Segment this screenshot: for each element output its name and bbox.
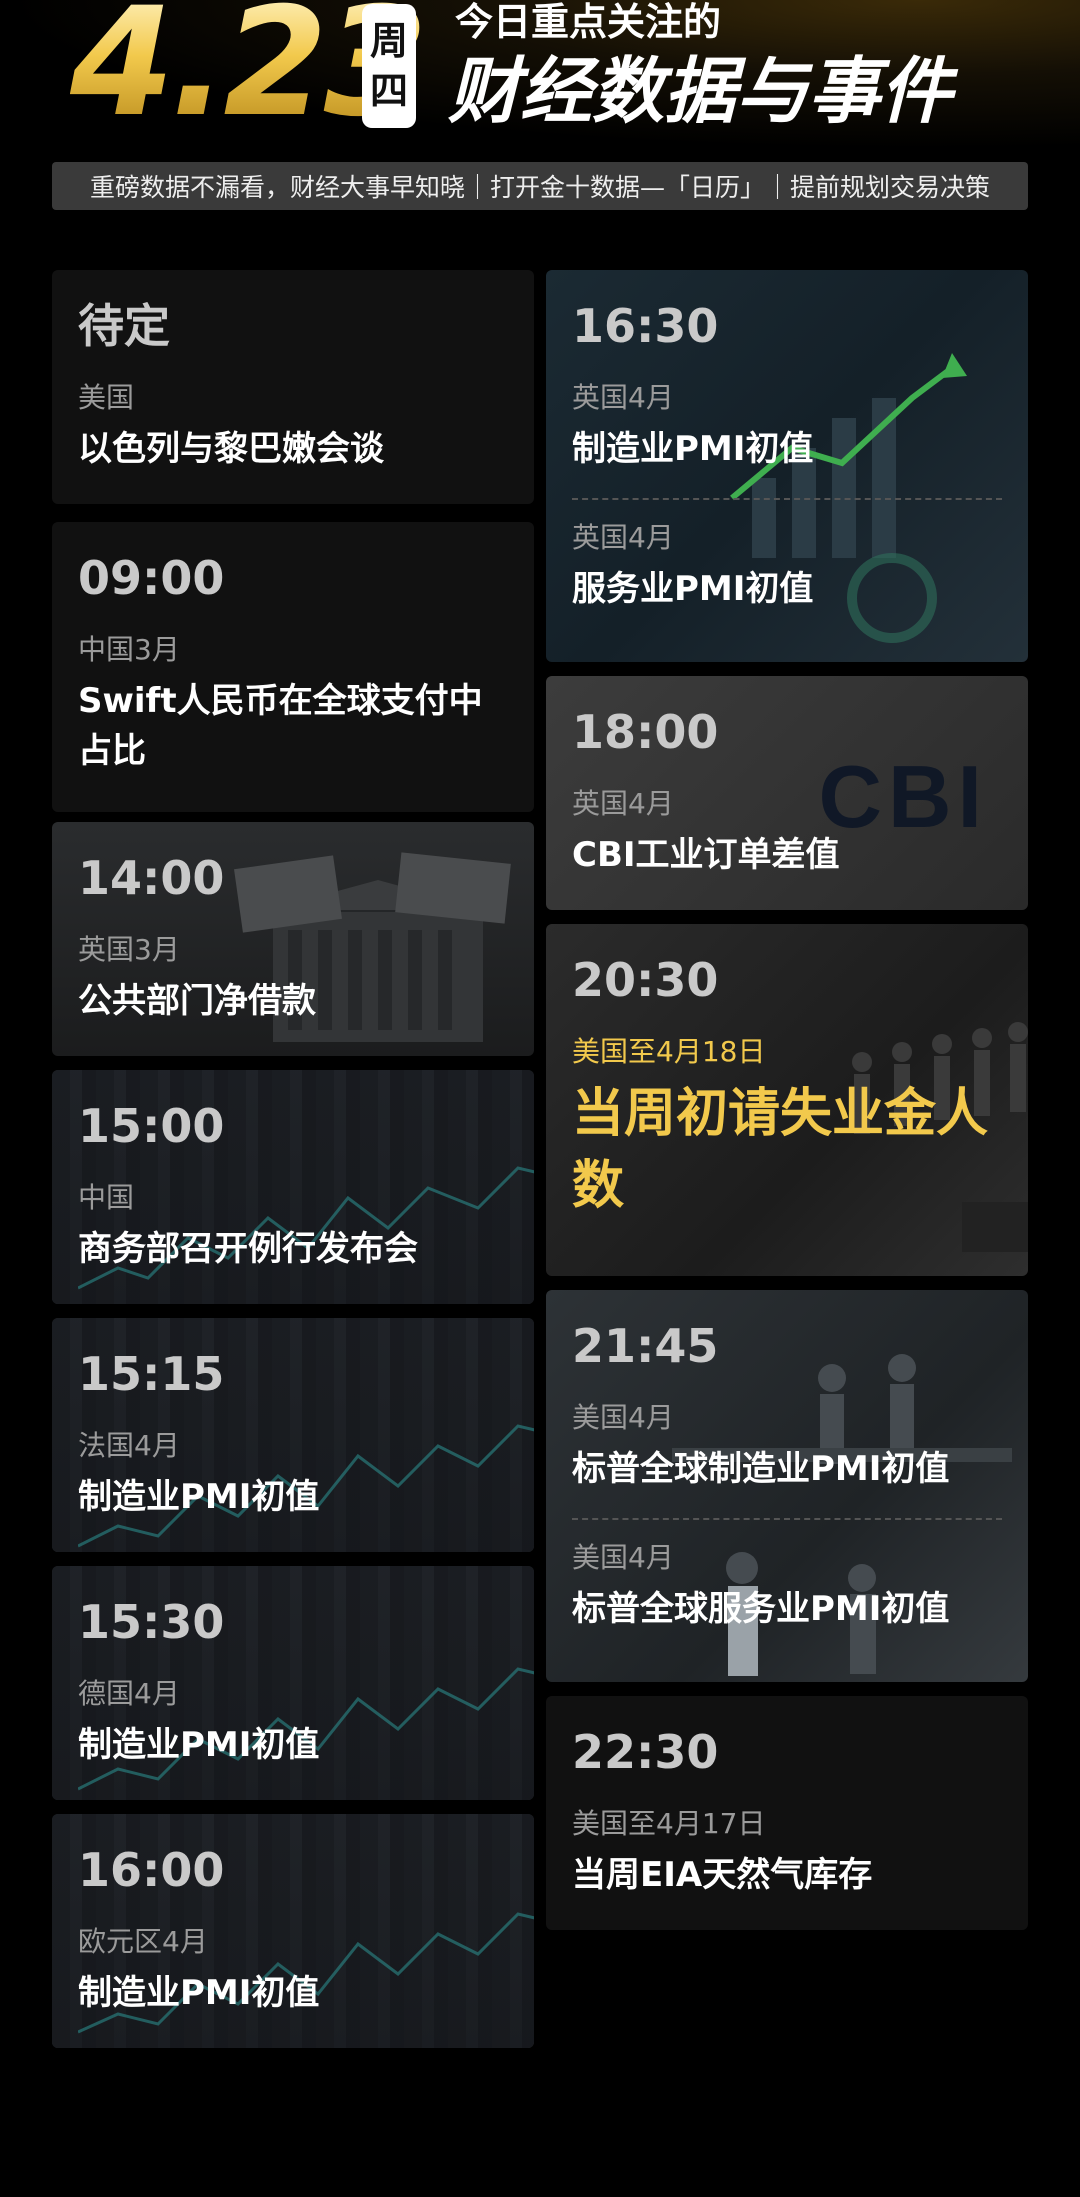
event-title: 制造业PMI初值	[78, 1973, 320, 2013]
event-card[interactable]: 16:30 英国4月 制造业PMI初值 英国4月 服务业PMI初值	[546, 270, 1028, 662]
event-title: Swift人民币在全球支付中占比	[78, 681, 483, 771]
subtitle-bar: 重磅数据不漏看，财经大事早知晓｜打开金十数据—「日历」｜提前规划交易决策	[52, 162, 1028, 210]
event-time: 18:00	[572, 705, 719, 759]
event-card[interactable]: 待定 美国 以色列与黎巴嫩会谈	[52, 270, 534, 504]
weekday-top: 周	[369, 19, 408, 63]
header-banner: 4.23 周 四 今日重点关注的 财经数据与事件	[0, 0, 1080, 150]
event-time: 16:30	[572, 299, 719, 353]
event-card[interactable]: 15:30 德国4月 制造业PMI初值	[52, 1566, 534, 1800]
event-time: 15:00	[78, 1099, 225, 1153]
headline-big: 财经数据与事件	[448, 49, 953, 133]
event-region: 法国4月	[78, 1429, 180, 1462]
event-region: 英国4月	[572, 521, 674, 554]
event-title: 制造业PMI初值	[572, 429, 814, 469]
event-title: 当周EIA天然气库存	[572, 1855, 873, 1895]
event-region: 美国4月	[572, 1401, 674, 1434]
weekday-badge: 周 四	[362, 4, 416, 128]
event-divider	[572, 498, 1002, 500]
event-time: 14:00	[78, 851, 225, 905]
event-region: 美国至4月17日	[572, 1807, 766, 1840]
event-time: 15:30	[78, 1595, 225, 1649]
event-title: 服务业PMI初值	[572, 569, 814, 609]
event-region: 英国4月	[572, 787, 674, 820]
event-card-highlight[interactable]: 20:30 美国至4月18日 当周初请失业金人数	[546, 924, 1028, 1276]
headline-small: 今日重点关注的	[455, 0, 722, 44]
event-card[interactable]: 14:00 英国3月 公共部门净借款	[52, 822, 534, 1056]
event-region: 欧元区4月	[78, 1925, 208, 1958]
event-title: 制造业PMI初值	[78, 1477, 320, 1517]
event-card[interactable]: 15:00 中国 商务部召开例行发布会	[52, 1070, 534, 1304]
event-region: 美国4月	[572, 1541, 674, 1574]
event-title: CBI工业订单差值	[572, 835, 840, 875]
event-title: 商务部召开例行发布会	[78, 1229, 418, 1269]
event-title: 以色列与黎巴嫩会谈	[78, 429, 384, 469]
weekday-bottom: 四	[369, 69, 408, 113]
event-time: 待定	[78, 299, 170, 353]
event-time: 22:30	[572, 1725, 719, 1779]
event-card[interactable]: CBI 18:00 英国4月 CBI工业订单差值	[546, 676, 1028, 910]
event-title: 制造业PMI初值	[78, 1725, 320, 1765]
event-time: 21:45	[572, 1319, 719, 1373]
event-card[interactable]: 16:00 欧元区4月 制造业PMI初值	[52, 1814, 534, 2048]
event-title: 公共部门净借款	[78, 981, 316, 1021]
event-region: 美国至4月18日	[572, 1035, 766, 1068]
event-title: 当周初请失业金人数	[572, 1084, 989, 1216]
event-card[interactable]: 09:00 中国3月 Swift人民币在全球支付中占比	[52, 522, 534, 812]
event-divider	[572, 1518, 1002, 1520]
event-time: 16:00	[78, 1843, 225, 1897]
event-time: 09:00	[78, 551, 225, 605]
event-time: 20:30	[572, 953, 719, 1007]
event-title: 标普全球服务业PMI初值	[572, 1589, 950, 1629]
event-time: 15:15	[78, 1347, 225, 1401]
event-card[interactable]: 21:45 美国4月 标普全球制造业PMI初值 美国4月 标普全球服务业PMI初…	[546, 1290, 1028, 1682]
event-region: 中国	[78, 1181, 135, 1214]
event-region: 英国3月	[78, 933, 180, 966]
event-region: 德国4月	[78, 1677, 180, 1710]
event-region: 英国4月	[572, 381, 674, 414]
event-title: 标普全球制造业PMI初值	[572, 1449, 950, 1489]
event-card[interactable]: 15:15 法国4月 制造业PMI初值	[52, 1318, 534, 1552]
event-card[interactable]: 22:30 美国至4月17日 当周EIA天然气库存	[546, 1696, 1028, 1930]
event-region: 中国3月	[78, 633, 180, 666]
event-region: 美国	[78, 381, 135, 414]
